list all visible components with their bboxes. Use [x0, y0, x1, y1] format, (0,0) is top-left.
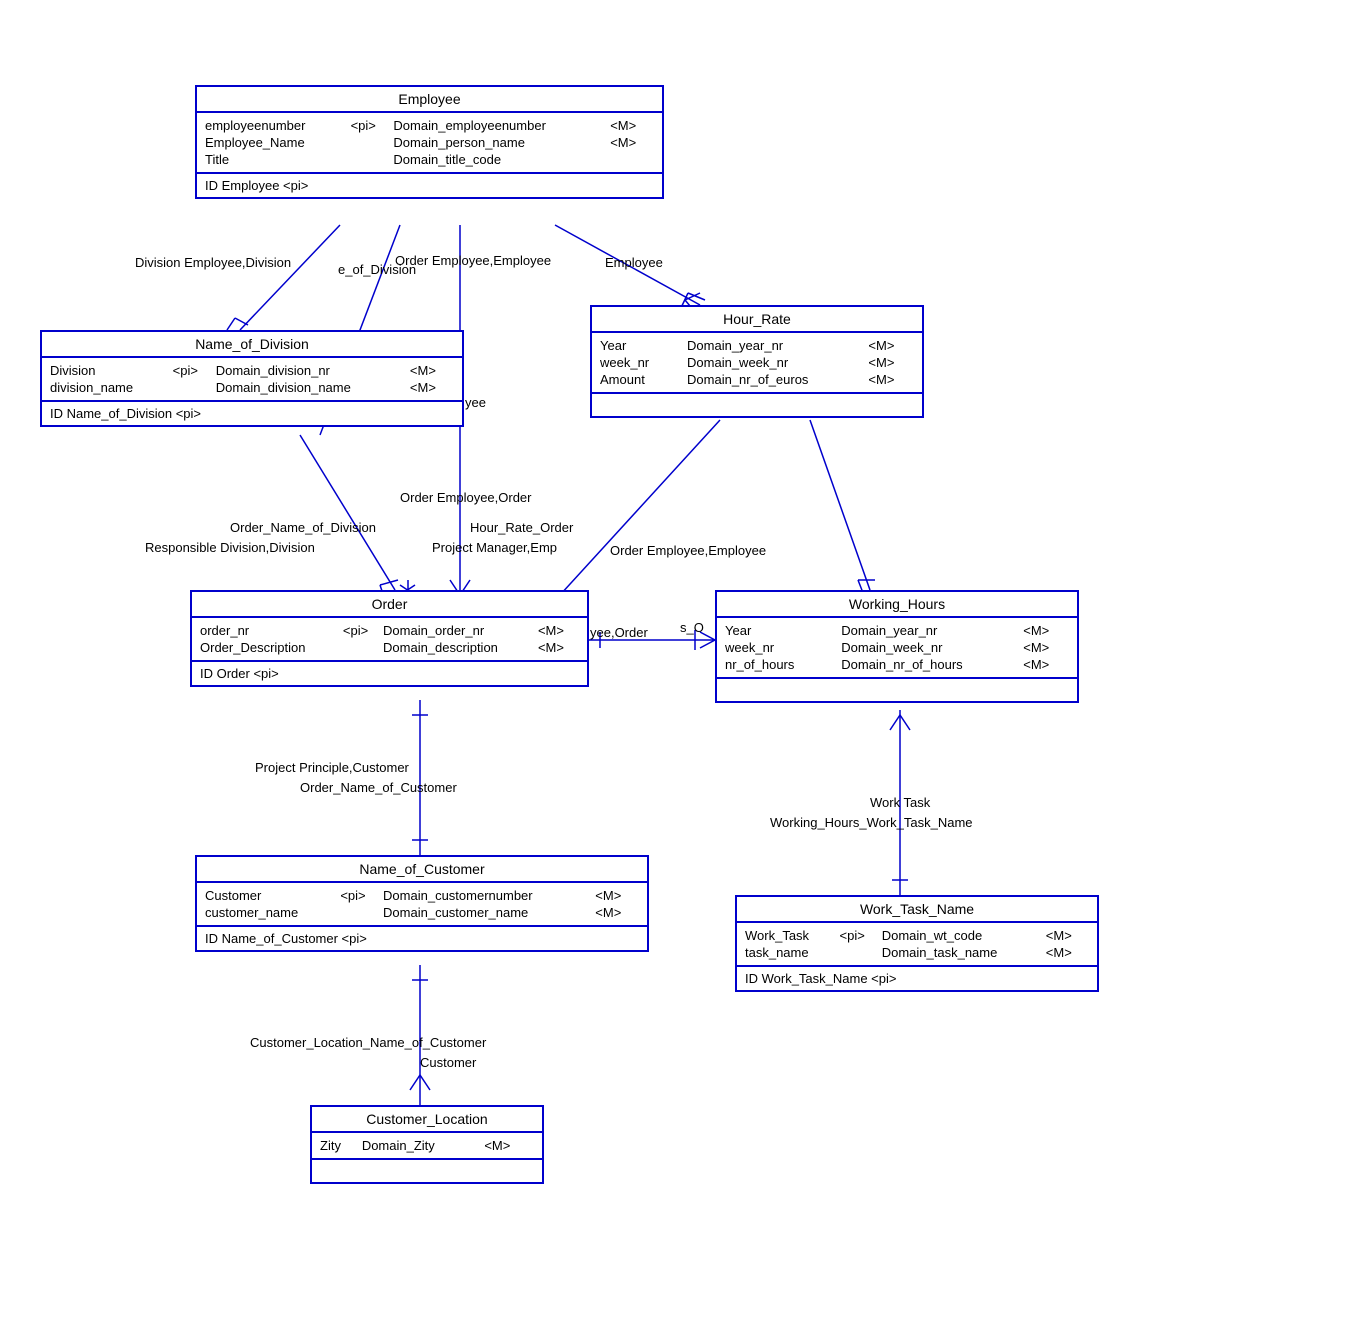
rel-label: Order_Name_of_Division: [230, 520, 376, 535]
rel-label: Work Task: [870, 795, 930, 810]
rel-label: Responsible Division,Division: [145, 540, 315, 555]
entity-id: ID Name_of_Division <pi>: [42, 402, 462, 425]
entity-custloc: Customer_Location ZityDomain_Zity<M>: [310, 1105, 544, 1184]
rel-label: Project Principle,Customer: [255, 760, 409, 775]
entity-id: ID Employee <pi>: [197, 174, 662, 197]
entity-order: Order order_nr<pi>Domain_order_nr<M> Ord…: [190, 590, 589, 687]
entity-title: Name_of_Customer: [197, 857, 647, 883]
attr-row: YearDomain_year_nr<M>: [600, 337, 914, 354]
attr-table: Customer<pi>Domain_customernumber<M> cus…: [205, 887, 639, 921]
rel-label: s_O: [680, 620, 704, 635]
attr-row: nr_of_hoursDomain_nr_of_hours<M>: [725, 656, 1069, 673]
attr-table: Division<pi>Domain_division_nr<M> divisi…: [50, 362, 454, 396]
entity-id: [717, 679, 1077, 701]
entity-title: Hour_Rate: [592, 307, 922, 333]
rel-label: Customer: [420, 1055, 476, 1070]
rel-label: Customer_Location_Name_of_Customer: [250, 1035, 486, 1050]
rel-label: yee,Order: [590, 625, 648, 640]
attr-row: TitleDomain_title_code: [205, 151, 654, 168]
entity-title: Customer_Location: [312, 1107, 542, 1133]
entity-body: ZityDomain_Zity<M>: [312, 1133, 542, 1160]
entity-title: Working_Hours: [717, 592, 1077, 618]
entity-body: Customer<pi>Domain_customernumber<M> cus…: [197, 883, 647, 927]
entity-division: Name_of_Division Division<pi>Domain_divi…: [40, 330, 464, 427]
attr-row: Order_DescriptionDomain_description<M>: [200, 639, 579, 656]
entity-body: order_nr<pi>Domain_order_nr<M> Order_Des…: [192, 618, 587, 662]
entity-workinghours: Working_Hours YearDomain_year_nr<M> week…: [715, 590, 1079, 703]
attr-table: ZityDomain_Zity<M>: [320, 1137, 534, 1154]
attr-row: Employee_NameDomain_person_name<M>: [205, 134, 654, 151]
entity-hourrate: Hour_Rate YearDomain_year_nr<M> week_nrD…: [590, 305, 924, 418]
attr-row: week_nrDomain_week_nr<M>: [725, 639, 1069, 656]
rel-label: yee: [465, 395, 486, 410]
entity-employee: Employee employeenumber<pi>Domain_employ…: [195, 85, 664, 199]
attr-table: employeenumber<pi>Domain_employeenumber<…: [205, 117, 654, 168]
entity-title: Employee: [197, 87, 662, 113]
rel-label: Division Employee,Division: [135, 255, 291, 270]
attr-row: employeenumber<pi>Domain_employeenumber<…: [205, 117, 654, 134]
attr-row: task_nameDomain_task_name<M>: [745, 944, 1089, 961]
attr-table: YearDomain_year_nr<M> week_nrDomain_week…: [725, 622, 1069, 673]
rel-label: Order_Name_of_Customer: [300, 780, 457, 795]
entity-id: ID Order <pi>: [192, 662, 587, 685]
attr-table: order_nr<pi>Domain_order_nr<M> Order_Des…: [200, 622, 579, 656]
attr-row: Customer<pi>Domain_customernumber<M>: [205, 887, 639, 904]
entity-worktask: Work_Task_Name Work_Task<pi>Domain_wt_co…: [735, 895, 1099, 992]
rel-label: Working_Hours_Work_Task_Name: [770, 815, 973, 830]
attr-row: ZityDomain_Zity<M>: [320, 1137, 534, 1154]
attr-row: week_nrDomain_week_nr<M>: [600, 354, 914, 371]
rel-label: Hour_Rate_Order: [470, 520, 573, 535]
attr-row: order_nr<pi>Domain_order_nr<M>: [200, 622, 579, 639]
entity-id: [592, 394, 922, 416]
entity-title: Name_of_Division: [42, 332, 462, 358]
attr-table: YearDomain_year_nr<M> week_nrDomain_week…: [600, 337, 914, 388]
rel-label: Order Employee,Order: [400, 490, 532, 505]
entity-id: [312, 1160, 542, 1182]
entity-id: ID Name_of_Customer <pi>: [197, 927, 647, 950]
entity-title: Work_Task_Name: [737, 897, 1097, 923]
entity-body: Work_Task<pi>Domain_wt_code<M> task_name…: [737, 923, 1097, 967]
attr-row: division_nameDomain_division_name<M>: [50, 379, 454, 396]
attr-table: Work_Task<pi>Domain_wt_code<M> task_name…: [745, 927, 1089, 961]
attr-row: customer_nameDomain_customer_name<M>: [205, 904, 639, 921]
entity-customer: Name_of_Customer Customer<pi>Domain_cust…: [195, 855, 649, 952]
rel-label: Employee: [605, 255, 663, 270]
entity-body: YearDomain_year_nr<M> week_nrDomain_week…: [592, 333, 922, 394]
rel-label: Order Employee,Employee: [395, 253, 551, 268]
entity-title: Order: [192, 592, 587, 618]
entity-body: employeenumber<pi>Domain_employeenumber<…: [197, 113, 662, 174]
attr-row: AmountDomain_nr_of_euros<M>: [600, 371, 914, 388]
attr-row: Division<pi>Domain_division_nr<M>: [50, 362, 454, 379]
attr-row: YearDomain_year_nr<M>: [725, 622, 1069, 639]
rel-label: Order Employee,Employee: [610, 543, 766, 558]
attr-row: Work_Task<pi>Domain_wt_code<M>: [745, 927, 1089, 944]
entity-id: ID Work_Task_Name <pi>: [737, 967, 1097, 990]
entity-body: Division<pi>Domain_division_nr<M> divisi…: [42, 358, 462, 402]
rel-label: Project Manager,Emp: [432, 540, 557, 555]
entity-body: YearDomain_year_nr<M> week_nrDomain_week…: [717, 618, 1077, 679]
